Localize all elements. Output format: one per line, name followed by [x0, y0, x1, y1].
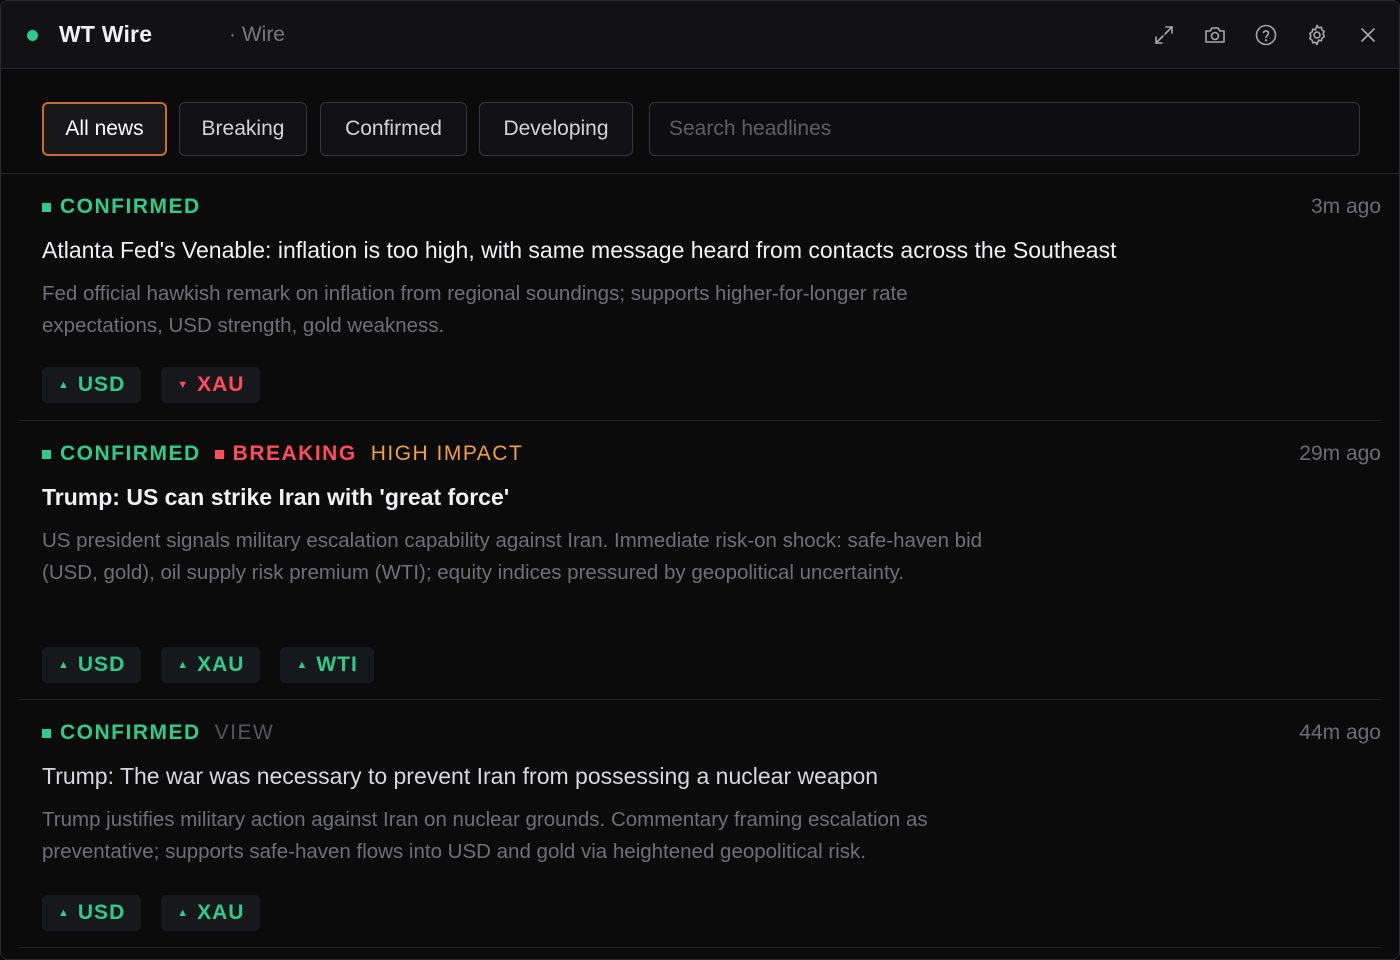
news-time: 3m ago — [1310, 195, 1381, 218]
news-item[interactable]: CONFIRMED VIEW 44m ago Trump: The war wa… — [19, 700, 1381, 948]
news-time: 44m ago — [1299, 721, 1381, 744]
confirmed-square-icon — [42, 449, 51, 459]
news-summary: Fed official hawkish remark on inflation… — [42, 282, 908, 337]
asset-chip-xau[interactable]: ▼ XAU — [161, 367, 261, 403]
filter-developing-button[interactable]: Developing — [479, 102, 633, 156]
asset-chip-usd[interactable]: ▲ USD — [42, 895, 142, 931]
asset-chips: ▲ USD ▼ XAU — [42, 367, 280, 403]
confirmed-square-icon — [42, 202, 51, 212]
confirmed-tag: CONFIRMED — [42, 721, 201, 745]
breaking-tag: BREAKING — [214, 442, 357, 466]
confirmed-square-icon — [42, 728, 51, 738]
arrow-up-icon: ▲ — [58, 379, 70, 391]
news-time: 29m ago — [1299, 442, 1381, 465]
help-icon[interactable] — [1252, 21, 1280, 49]
asset-symbol: XAU — [197, 373, 245, 396]
news-tags: CONFIRMED VIEW — [42, 721, 288, 745]
gear-icon[interactable] — [1303, 21, 1331, 49]
asset-chip-usd[interactable]: ▲ USD — [42, 367, 142, 403]
status-dot-icon — [27, 30, 38, 41]
arrow-up-icon: ▲ — [58, 659, 70, 671]
app-title: WT Wire — [59, 21, 153, 47]
news-headline[interactable]: Trump: The war was necessary to prevent … — [42, 763, 878, 790]
camera-icon[interactable] — [1201, 21, 1229, 49]
confirmed-tag: CONFIRMED — [42, 442, 201, 466]
confirmed-tag: CONFIRMED — [42, 195, 201, 219]
asset-symbol: XAU — [197, 901, 245, 924]
breaking-square-icon — [214, 449, 224, 459]
arrow-up-icon: ▲ — [177, 659, 190, 671]
news-summary: Trump justifies military action against … — [42, 808, 928, 863]
asset-symbol: USD — [77, 373, 126, 396]
confirmed-tag-label: CONFIRMED — [60, 195, 201, 218]
filter-confirmed-button[interactable]: Confirmed — [320, 102, 467, 156]
high-impact-tag: HIGH IMPACT — [370, 442, 524, 465]
filter-breaking-button[interactable]: Breaking — [179, 102, 307, 156]
asset-symbol: WTI — [316, 653, 358, 676]
asset-chips: ▲ USD ▲ XAU — [42, 895, 280, 931]
title-bar: WT Wire · Wire — [1, 1, 1399, 69]
arrow-down-icon: ▼ — [177, 379, 190, 391]
news-summary: US president signals military escalation… — [42, 529, 983, 584]
filter-bar: All news Breaking Confirmed Developing — [1, 69, 1399, 174]
asset-symbol: USD — [77, 901, 126, 924]
asset-chip-xau[interactable]: ▲ XAU — [161, 895, 261, 931]
asset-chips: ▲ USD ▲ XAU ▲ WTI — [42, 647, 394, 683]
arrow-up-icon: ▲ — [177, 907, 190, 919]
asset-symbol: USD — [77, 653, 126, 676]
expand-icon[interactable] — [1150, 21, 1178, 49]
news-item[interactable]: CONFIRMED 3m ago Atlanta Fed's Venable: … — [19, 174, 1381, 421]
arrow-up-icon: ▲ — [296, 659, 309, 671]
confirmed-tag-label: CONFIRMED — [60, 721, 201, 744]
close-icon[interactable] — [1354, 21, 1382, 49]
filter-all-news-button[interactable]: All news — [42, 102, 167, 156]
news-item[interactable]: CONFIRMED BREAKING HIGH IMPACT 29m ago T… — [19, 421, 1381, 700]
news-headline[interactable]: Trump: US can strike Iran with 'great fo… — [42, 484, 509, 511]
news-tags: CONFIRMED BREAKING HIGH IMPACT — [42, 442, 537, 466]
arrow-up-icon: ▲ — [58, 907, 70, 919]
news-wire-window: WT Wire · Wire All news Breaking Confirm… — [0, 0, 1400, 960]
asset-symbol: XAU — [197, 653, 245, 676]
app-subtitle: · Wire — [229, 23, 285, 46]
view-tag: VIEW — [214, 721, 275, 744]
news-tags: CONFIRMED — [42, 195, 215, 219]
breaking-tag-label: BREAKING — [232, 442, 357, 465]
asset-chip-xau[interactable]: ▲ XAU — [161, 647, 261, 683]
news-headline[interactable]: Atlanta Fed's Venable: inflation is too … — [42, 237, 1117, 264]
confirmed-tag-label: CONFIRMED — [60, 442, 201, 465]
asset-chip-usd[interactable]: ▲ USD — [42, 647, 142, 683]
search-headlines-input[interactable] — [649, 102, 1360, 156]
asset-chip-wti[interactable]: ▲ WTI — [280, 647, 374, 683]
